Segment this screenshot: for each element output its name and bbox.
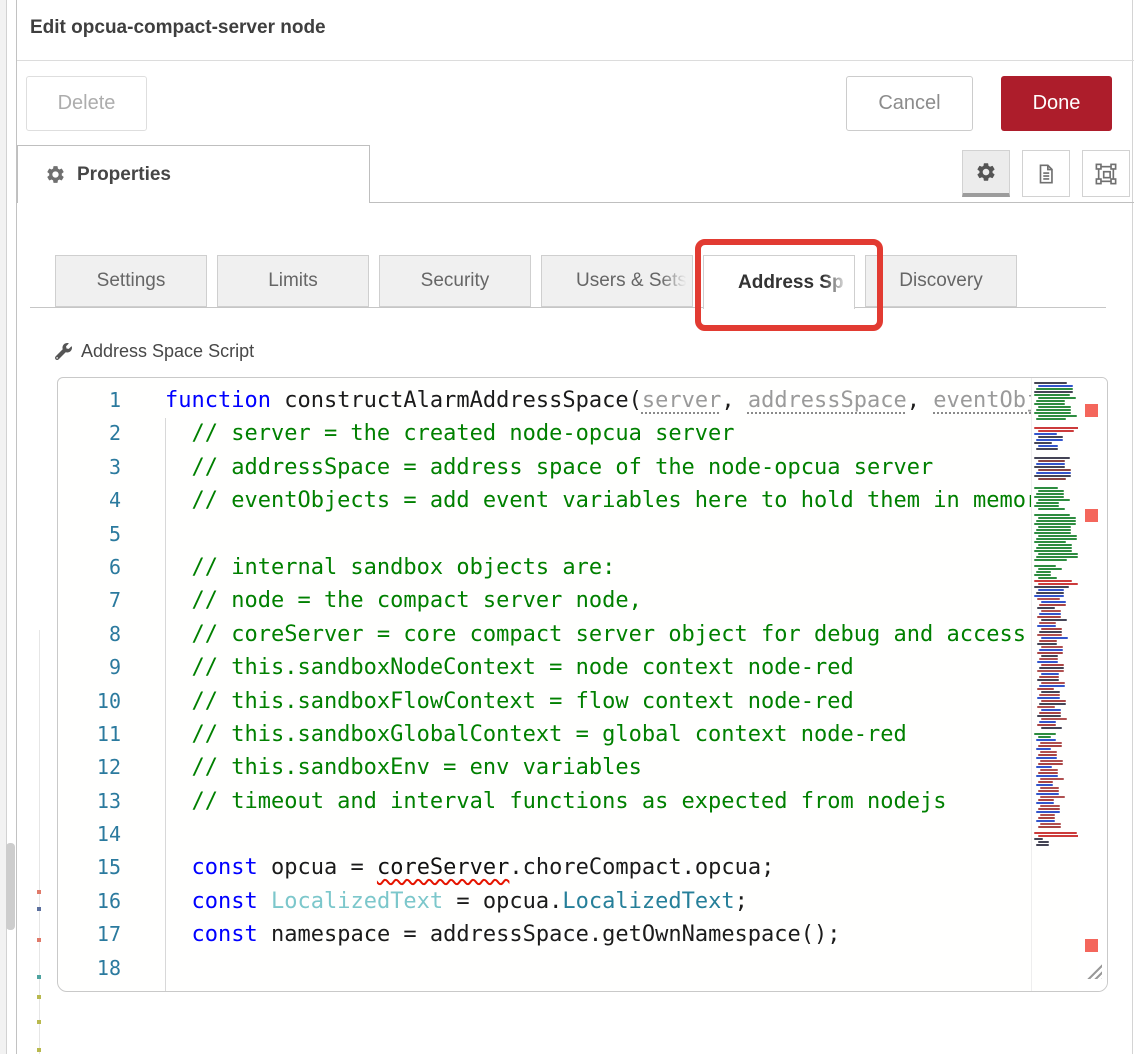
editor-line-numbers: 12345678910111213141516171819 xyxy=(58,378,163,991)
line-number: 6 xyxy=(58,551,121,584)
code-line: // this.sandboxNodeContext = node contex… xyxy=(165,651,1031,684)
section-label: Address Space Script xyxy=(81,341,254,362)
line-number: 8 xyxy=(58,618,121,651)
resize-grip-icon[interactable] xyxy=(1084,961,1102,979)
code-line: // this.sandboxFlowContext = flow contex… xyxy=(165,685,1031,718)
page-scrollbar-thumb[interactable] xyxy=(6,843,15,930)
line-number: 1 xyxy=(58,384,121,417)
label-fade xyxy=(823,257,853,308)
code-editor[interactable]: 12345678910111213141516171819 function c… xyxy=(57,377,1108,992)
tab-label: Security xyxy=(421,270,490,292)
config-tab-strip: Settings Limits Security Users & SetsAddres… xyxy=(0,255,1134,309)
edit-properties-button[interactable] xyxy=(962,150,1010,197)
line-number: 19 xyxy=(58,985,121,992)
background-speck xyxy=(37,1020,41,1024)
code-line: // this.sandboxEnv = env variables xyxy=(165,751,1031,784)
error-marker[interactable] xyxy=(1085,404,1098,417)
tab-label: Discovery xyxy=(899,270,982,292)
line-number: 10 xyxy=(58,685,121,718)
line-number: 3 xyxy=(58,451,121,484)
address-space-script-section: Address Space Script xyxy=(55,341,254,362)
code-line xyxy=(165,818,1031,851)
code-line: // coreServer = core compact server obje… xyxy=(165,618,1031,651)
code-line: const opcua = coreServer.choreCompact.op… xyxy=(165,851,1031,884)
tab-address-sp[interactable]: Address Sp xyxy=(703,255,855,309)
code-line: // this.sandboxGlobalContext = global co… xyxy=(165,718,1031,751)
line-number: 14 xyxy=(58,818,121,851)
tab-limits[interactable]: Limits xyxy=(217,255,369,307)
line-number: 11 xyxy=(58,718,121,751)
dialog-title: Edit opcua-compact-server node xyxy=(30,17,326,39)
tab-settings[interactable]: Settings xyxy=(55,255,207,307)
tab-security[interactable]: Security xyxy=(379,255,531,307)
background-speck xyxy=(37,890,41,894)
label-fade xyxy=(661,257,691,305)
background-speck xyxy=(37,907,41,911)
header-divider xyxy=(17,60,1134,61)
editor-overview-ruler xyxy=(1078,378,1107,991)
background-speck xyxy=(37,995,41,999)
code-line: // eventObjects = add event variables he… xyxy=(165,484,1031,517)
properties-tab-label: Properties xyxy=(77,164,171,186)
tab-discovery[interactable]: Discovery xyxy=(865,255,1017,307)
gear-icon xyxy=(975,161,997,183)
code-line: function constructAlarmAddressSpace(serv… xyxy=(165,384,1031,417)
tab-properties[interactable]: Properties xyxy=(17,145,370,203)
tray-right-border xyxy=(1132,0,1133,1054)
line-number: 5 xyxy=(58,518,121,551)
gear-icon xyxy=(45,164,66,185)
code-line: const namespace = addressSpace.getOwnNam… xyxy=(165,918,1031,951)
code-line: // node = the compact server node, xyxy=(165,584,1031,617)
code-line: // addressSpace = address space of the n… xyxy=(165,451,1031,484)
node-appearance-icon xyxy=(1095,163,1117,185)
edit-description-button[interactable] xyxy=(1022,150,1070,197)
code-line: // timeout and interval functions as exp… xyxy=(165,785,1031,818)
wrench-icon xyxy=(55,343,72,360)
line-number: 18 xyxy=(58,952,121,985)
background-speck xyxy=(37,938,41,942)
line-number: 13 xyxy=(58,785,121,818)
edit-node-dialog: Edit opcua-compact-server node Delete Ca… xyxy=(0,0,1134,1054)
code-line: // internal sandbox objects are: xyxy=(165,551,1031,584)
line-number: 12 xyxy=(58,751,121,784)
line-number: 9 xyxy=(58,651,121,684)
line-number: 15 xyxy=(58,851,121,884)
code-line: // server = the created node-opcua serve… xyxy=(165,417,1031,450)
tab-strip-baseline xyxy=(30,307,1106,308)
line-number: 17 xyxy=(58,918,121,951)
editor-minimap[interactable] xyxy=(1031,378,1078,991)
line-number: 2 xyxy=(58,417,121,450)
line-number: 4 xyxy=(58,484,121,517)
line-number: 7 xyxy=(58,584,121,617)
delete-button[interactable]: Delete xyxy=(26,76,147,131)
error-marker[interactable] xyxy=(1085,939,1098,952)
background-speck xyxy=(37,975,41,979)
code-line xyxy=(165,952,1031,985)
edit-appearance-button[interactable] xyxy=(1082,150,1130,197)
code-line xyxy=(165,518,1031,551)
code-line: const Variant = opcua.Variant; xyxy=(165,985,1031,991)
editor-code-area[interactable]: function constructAlarmAddressSpace(serv… xyxy=(163,378,1031,991)
tab-users-sets[interactable]: Users & Sets xyxy=(541,255,693,307)
cancel-button[interactable]: Cancel xyxy=(846,76,973,131)
code-line: const LocalizedText = opcua.LocalizedTex… xyxy=(165,885,1031,918)
tab-label: Limits xyxy=(268,270,318,292)
done-button[interactable]: Done xyxy=(1001,76,1112,131)
document-icon xyxy=(1035,163,1057,185)
tab-label: Settings xyxy=(97,270,166,292)
background-speck xyxy=(37,1048,41,1052)
background-panel-edge xyxy=(39,630,40,1054)
error-marker[interactable] xyxy=(1085,509,1098,522)
line-number: 16 xyxy=(58,885,121,918)
